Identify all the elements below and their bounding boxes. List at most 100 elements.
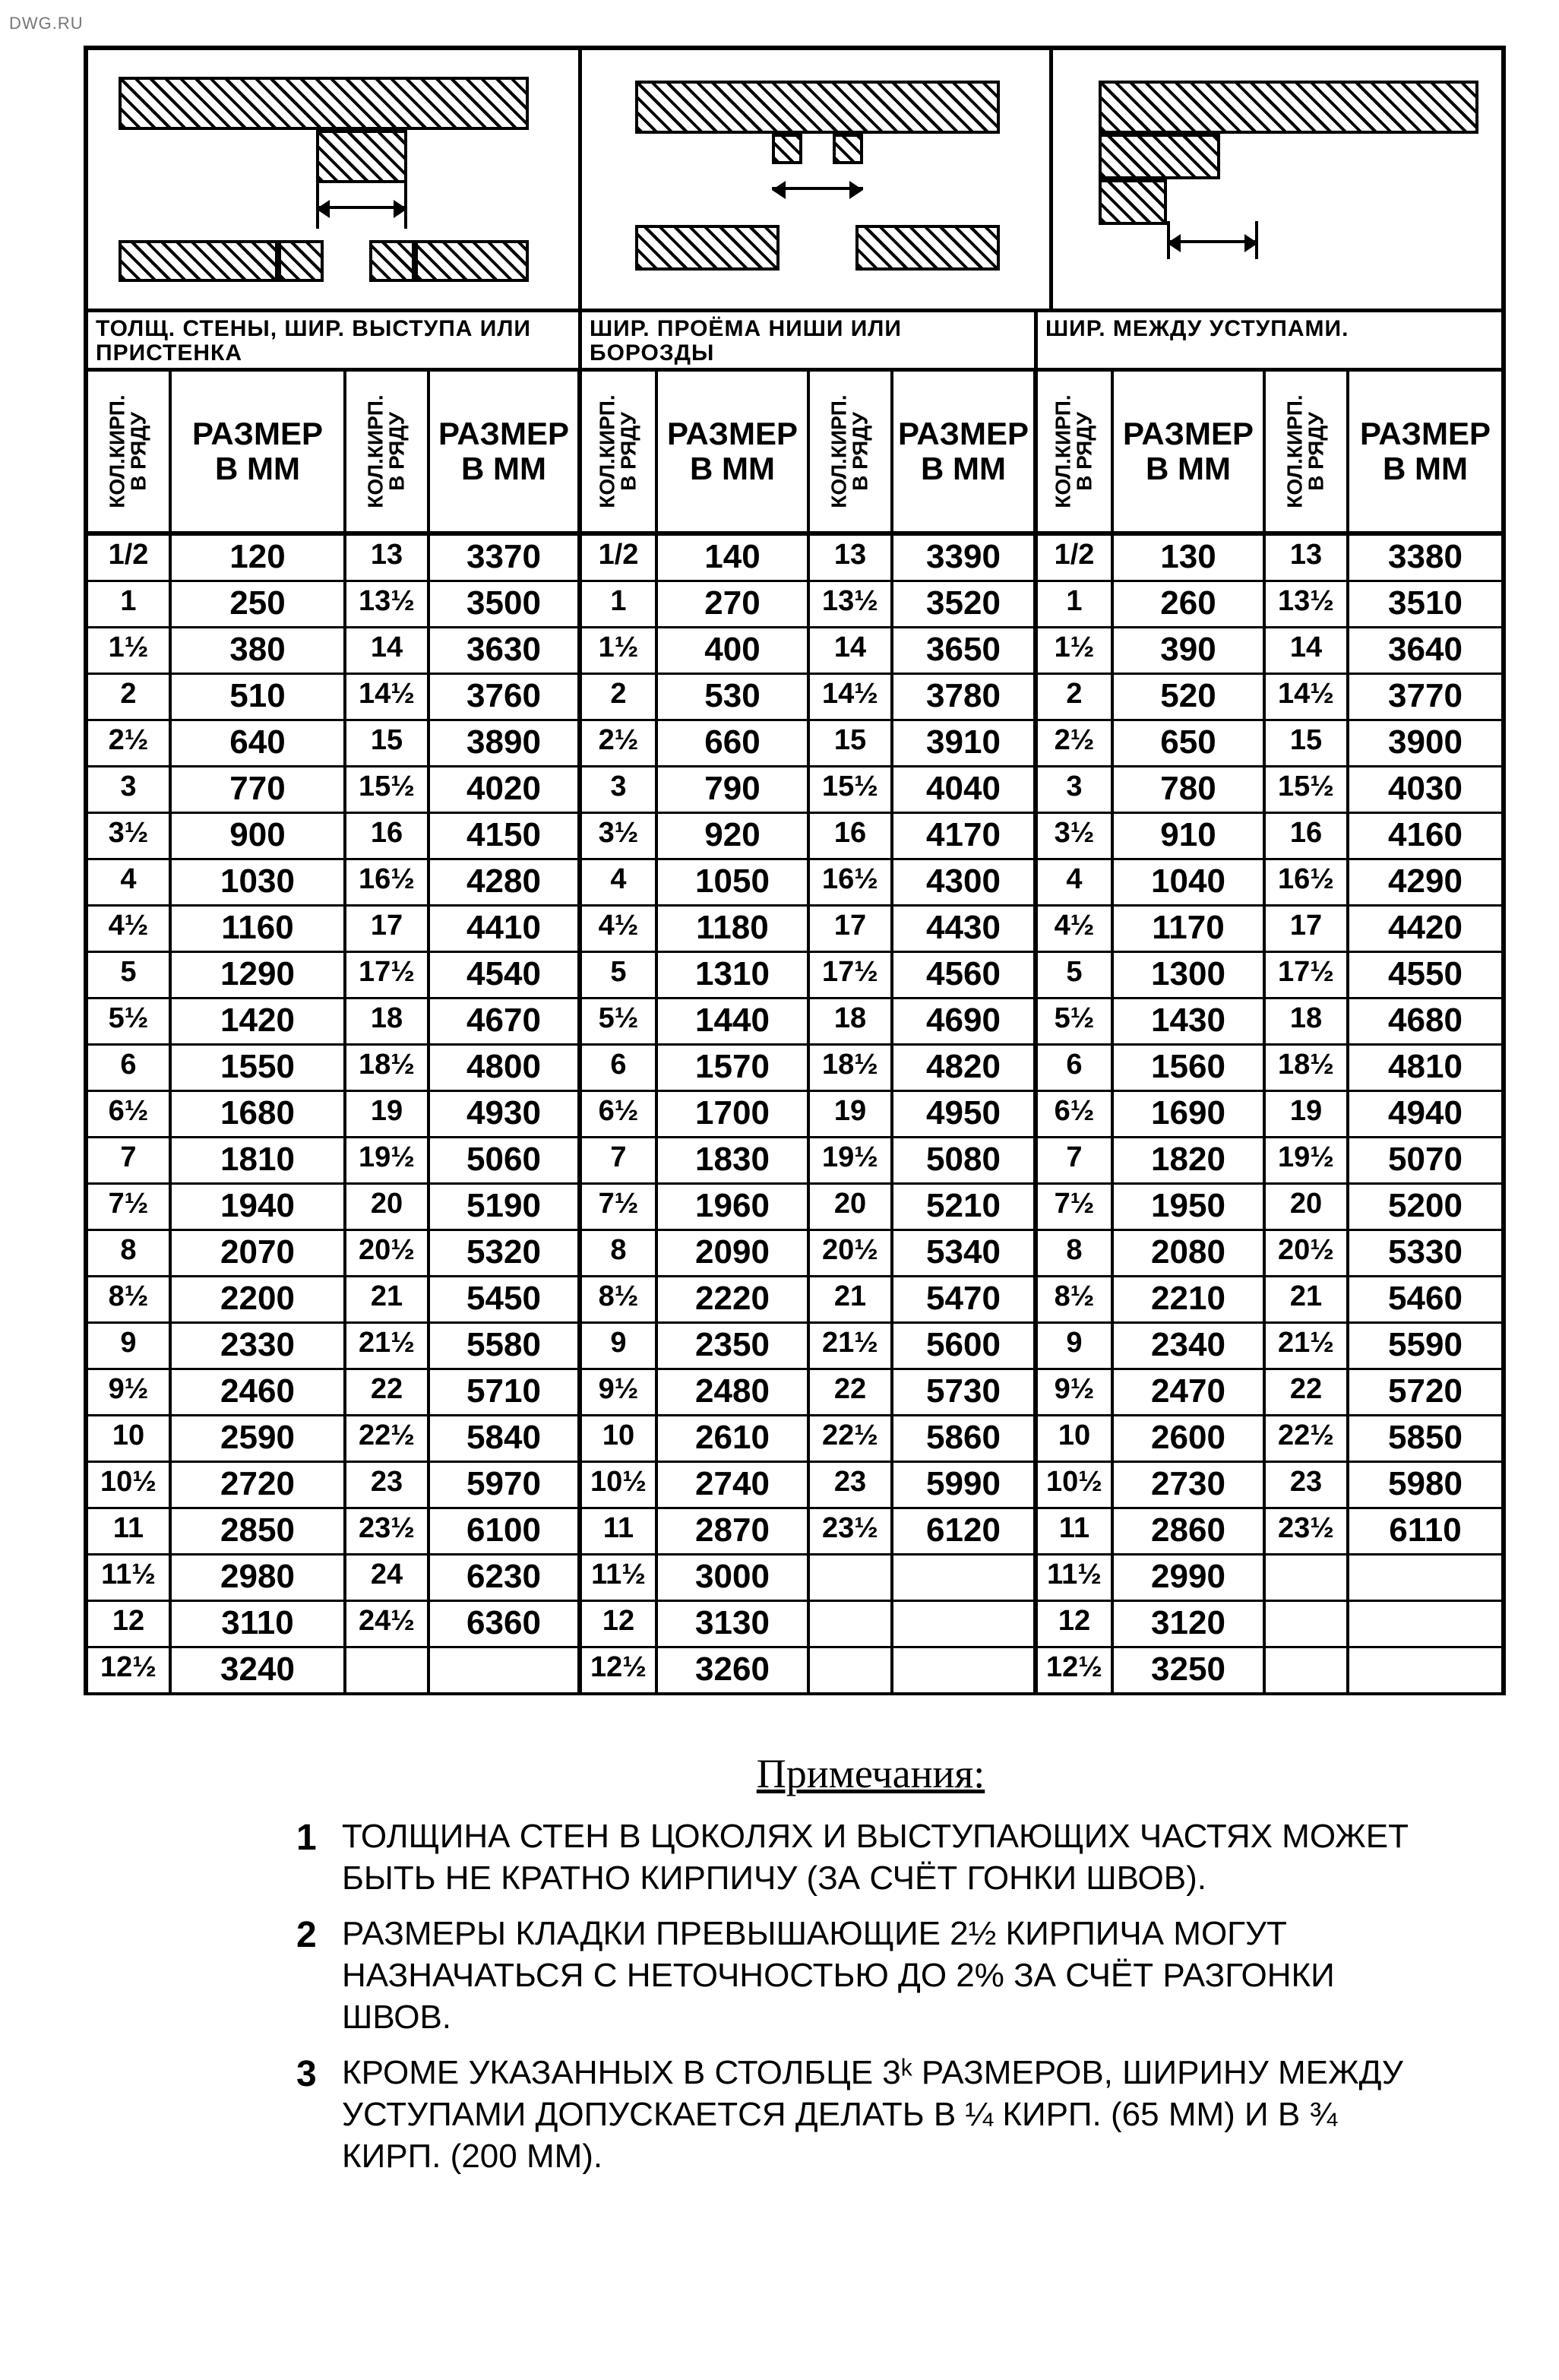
table-cell: 3760 — [430, 675, 582, 719]
note-2: 2Размеры кладки превышающие 2½ кирпича м… — [296, 1913, 1445, 2038]
table-cell: 19½ — [1266, 1138, 1349, 1182]
table-cell: 9½ — [582, 1370, 658, 1414]
table-cell: 3 — [1038, 767, 1114, 812]
diagram-step-width — [1053, 50, 1501, 309]
table-cell: 1310 — [658, 953, 810, 997]
table-cell: 6230 — [430, 1556, 582, 1600]
table-cell: 19 — [1266, 1092, 1349, 1136]
table-cell: 4280 — [430, 860, 582, 904]
table-cell: 18 — [346, 999, 430, 1043]
table-cell: 5330 — [1349, 1231, 1501, 1275]
table-cell — [893, 1556, 1038, 1600]
table-cell: 3910 — [893, 721, 1038, 765]
table-cell: 11½ — [1038, 1556, 1114, 1600]
table-row: 11½298024623011½300011½2990 — [88, 1556, 1501, 1602]
table-cell: 1/2 — [88, 536, 172, 580]
table-cell: 12 — [88, 1602, 172, 1646]
table-cell: 22½ — [346, 1416, 430, 1461]
table-cell: 4930 — [430, 1092, 582, 1136]
col-head-size: РАЗМЕР В ММ — [1123, 416, 1254, 486]
table-cell: 11 — [582, 1509, 658, 1553]
table-cell: 2860 — [1114, 1509, 1266, 1553]
table-cell: 3770 — [1349, 675, 1501, 719]
table-row: 9233021½55809235021½56009234021½5590 — [88, 1324, 1501, 1370]
note-text: Размеры кладки превышающие 2½ кирпича мо… — [342, 1915, 1335, 2036]
table-cell: 21½ — [810, 1324, 893, 1368]
col-head-kol: КОЛ.КИРП. В РЯДУ — [107, 394, 150, 508]
table-cell: 3890 — [430, 721, 582, 765]
table-cell: 530 — [658, 675, 810, 719]
table-cell: 5990 — [893, 1463, 1038, 1507]
table-cell: 6120 — [893, 1509, 1038, 1553]
section-title-3: ШИР. МЕЖДУ УСТУПАМИ. — [1038, 312, 1501, 368]
table-cell: 1680 — [172, 1092, 346, 1136]
table-cell: 2460 — [172, 1370, 346, 1414]
table-cell: 18 — [810, 999, 893, 1043]
table-cell: 14 — [346, 628, 430, 673]
table-cell: 1440 — [658, 999, 810, 1043]
table-row: 6½16801949306½17001949506½1690194940 — [88, 1092, 1501, 1138]
table-cell: 2 — [1038, 675, 1114, 719]
table-cell: 650 — [1114, 721, 1266, 765]
table-cell: 770 — [172, 767, 346, 812]
table-cell — [1266, 1648, 1349, 1692]
table-cell: 1050 — [658, 860, 810, 904]
table-cell: 3½ — [582, 814, 658, 858]
table-cell: 3900 — [1349, 721, 1501, 765]
table-cell: 14 — [1266, 628, 1349, 673]
table-cell: 3½ — [88, 814, 172, 858]
table-cell: 10½ — [1038, 1463, 1114, 1507]
table-cell: 3240 — [172, 1648, 346, 1692]
section-title-2: ШИР. ПРОЁМА НИШИ ИЛИ БОРОЗДЫ — [582, 312, 1038, 368]
table-row: 5129017½45405131017½45605130017½4550 — [88, 953, 1501, 999]
table-cell — [1266, 1556, 1349, 1600]
main-frame: ТОЛЩ. СТЕНЫ, ШИР. ВЫСТУПА ИЛИ ПРИСТЕНКА … — [84, 46, 1506, 1695]
table-cell: 5320 — [430, 1231, 582, 1275]
table-cell: 2990 — [1114, 1556, 1266, 1600]
col-head-size: РАЗМЕР В ММ — [438, 416, 569, 486]
table-cell: 6110 — [1349, 1509, 1501, 1553]
table-cell: 17½ — [810, 953, 893, 997]
table-cell: 13 — [346, 536, 430, 580]
table-cell: 5210 — [893, 1185, 1038, 1229]
table-row: 377015½4020379015½4040378015½4030 — [88, 767, 1501, 814]
table-cell: 15½ — [1266, 767, 1349, 812]
table-row: 4103016½42804105016½43004104016½4290 — [88, 860, 1501, 907]
table-cell: 2870 — [658, 1509, 810, 1553]
table-cell: 3380 — [1349, 536, 1501, 580]
table-cell: 3780 — [893, 675, 1038, 719]
table-cell: 5460 — [1349, 1277, 1501, 1321]
table-cell: 6 — [88, 1046, 172, 1090]
table-cell — [1349, 1648, 1501, 1692]
table-cell: 1½ — [1038, 628, 1114, 673]
table-cell: 3 — [88, 767, 172, 812]
notes-section: Примечания: 1Толщина стен в цоколях и вы… — [84, 1695, 1506, 2206]
table-cell: 4800 — [430, 1046, 582, 1090]
table-cell: 5060 — [430, 1138, 582, 1182]
table-cell: 4680 — [1349, 999, 1501, 1043]
table-cell: 4810 — [1349, 1046, 1501, 1090]
table-cell: 14½ — [810, 675, 893, 719]
table-cell: 640 — [172, 721, 346, 765]
table-cell: 13½ — [810, 582, 893, 626]
table-cell: 5970 — [430, 1463, 582, 1507]
table-cell: 5710 — [430, 1370, 582, 1414]
table-cell: 15½ — [346, 767, 430, 812]
table-cell: 4560 — [893, 953, 1038, 997]
table-row: 6155018½48006157018½48206156018½4810 — [88, 1046, 1501, 1092]
table-row: 5½14201846705½14401846905½1430184680 — [88, 999, 1501, 1046]
table-cell: 12½ — [1038, 1648, 1114, 1692]
table-cell: 520 — [1114, 675, 1266, 719]
table-cell: 18½ — [810, 1046, 893, 1090]
table-cell: 5070 — [1349, 1138, 1501, 1182]
diagram-wall-thickness — [88, 50, 582, 309]
note-text: Кроме указанных в столбце 3ᵏ размеров, ш… — [342, 2054, 1403, 2175]
table-cell: 23½ — [346, 1509, 430, 1553]
table-cell: 7½ — [582, 1185, 658, 1229]
table-cell: 3520 — [893, 582, 1038, 626]
table-cell: 19 — [346, 1092, 430, 1136]
table-cell: 4½ — [582, 907, 658, 951]
table-cell: 5450 — [430, 1277, 582, 1321]
table-cell: 5½ — [1038, 999, 1114, 1043]
table-cell: 6360 — [430, 1602, 582, 1646]
